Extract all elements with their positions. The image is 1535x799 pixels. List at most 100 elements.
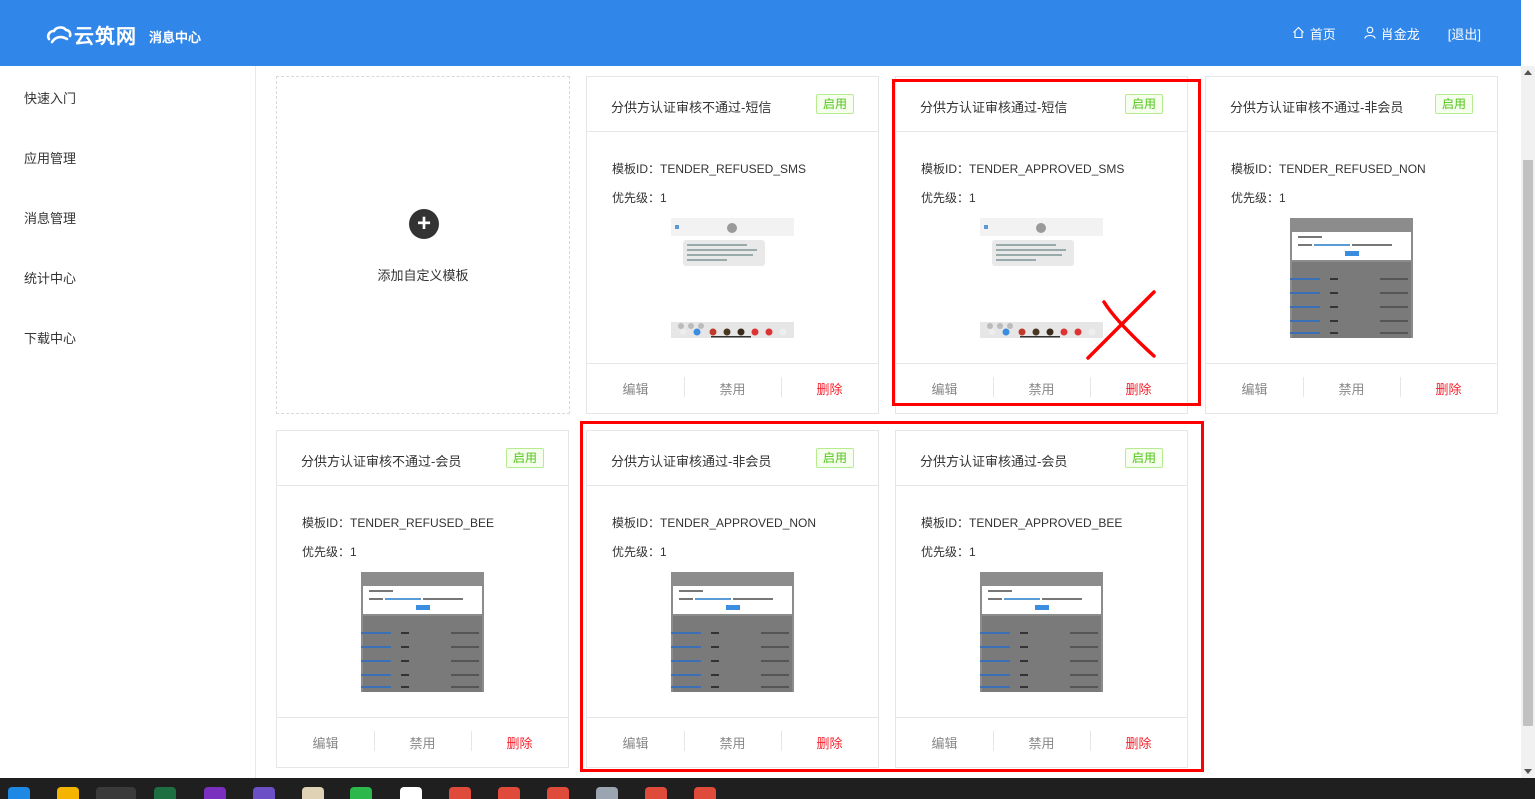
card-actions: 编辑 禁用 删除: [587, 717, 878, 767]
web-preview-image[interactable]: [361, 572, 484, 692]
chrome-icon[interactable]: [547, 787, 569, 799]
disable-button[interactable]: 禁用: [374, 731, 471, 752]
chrome-icon[interactable]: [449, 787, 471, 799]
delete-button[interactable]: 删除: [471, 731, 568, 752]
card-actions: 编辑 禁用 删除: [896, 717, 1187, 767]
delete-button[interactable]: 删除: [1090, 731, 1187, 752]
edit-button[interactable]: 编辑: [587, 379, 684, 398]
sidebar-item-app-management[interactable]: 应用管理: [24, 148, 76, 167]
card-header: 分供方认证审核通过-非会员 启用: [587, 431, 878, 486]
template-id: 模板ID：TENDER_APPROVED_BEE: [921, 516, 1123, 530]
template-id: 模板ID：TENDER_REFUSED_BEE: [302, 516, 495, 530]
taskbar-app-icon[interactable]: [596, 787, 618, 799]
nav-home[interactable]: 首页: [1292, 24, 1336, 43]
sidebar-item-message-management[interactable]: 消息管理: [24, 208, 76, 227]
template-card: 分供方认证审核不通过-短信 启用 模板ID：TENDER_REFUSED_SMS…: [586, 76, 879, 414]
disable-button[interactable]: 禁用: [993, 377, 1090, 398]
nav-user-label: 肖金龙: [1380, 27, 1420, 42]
os-taskbar: [0, 778, 1535, 799]
chrome-icon[interactable]: [498, 787, 520, 799]
disable-button[interactable]: 禁用: [684, 731, 781, 752]
user-icon: [1364, 26, 1381, 42]
nav-home-label: 首页: [1309, 27, 1336, 42]
scroll-up-arrow-icon[interactable]: [1524, 70, 1532, 75]
template-id: 模板ID：TENDER_APPROVED_SMS: [921, 162, 1125, 176]
delete-button[interactable]: 删除: [1400, 377, 1497, 398]
card-header: 分供方认证审核通过-短信 启用: [896, 77, 1187, 132]
template-priority: 优先级：1: [612, 545, 667, 559]
scroll-down-arrow-icon[interactable]: [1524, 769, 1532, 774]
brand-subtitle: 消息中心: [149, 29, 202, 45]
template-priority: 优先级：1: [302, 545, 357, 559]
nav-logout-label: [退出]: [1447, 27, 1481, 42]
disable-button[interactable]: 禁用: [993, 731, 1090, 752]
card-title: 分供方认证审核通过-短信: [920, 100, 1068, 115]
card-title: 分供方认证审核不通过-非会员: [1230, 100, 1404, 115]
card-body: 模板ID：TENDER_REFUSED_SMS 优先级：1: [587, 132, 878, 363]
add-template-card[interactable]: + 添加自定义模板: [276, 76, 570, 414]
template-card: 分供方认证审核不通过-会员 启用 模板ID：TENDER_REFUSED_BEE…: [276, 430, 569, 768]
sidebar: 快速入门 应用管理 消息管理 统计中心 下载中心: [0, 66, 256, 778]
template-priority: 优先级：1: [612, 191, 667, 205]
edit-button[interactable]: 编辑: [277, 733, 374, 752]
template-card: 分供方认证审核通过-会员 启用 模板ID：TENDER_APPROVED_BEE…: [895, 430, 1188, 768]
sidebar-item-downloads[interactable]: 下载中心: [24, 328, 76, 347]
brand-logo[interactable]: 云筑网 消息中心: [46, 20, 201, 49]
card-title: 分供方认证审核不通过-短信: [611, 100, 772, 115]
sms-preview-image[interactable]: [671, 218, 794, 338]
home-icon: [1292, 26, 1310, 42]
taskbar-app-icon[interactable]: [8, 787, 30, 799]
sidebar-item-quickstart[interactable]: 快速入门: [24, 88, 76, 107]
disable-button[interactable]: 禁用: [684, 377, 781, 398]
web-preview-image[interactable]: [980, 572, 1103, 692]
excel-icon[interactable]: [154, 787, 176, 799]
card-actions: 编辑 禁用 删除: [277, 717, 568, 767]
text-editor-icon[interactable]: [400, 787, 422, 799]
template-priority: 优先级：1: [921, 545, 976, 559]
status-badge: 启用: [1434, 94, 1473, 114]
card-header: 分供方认证审核不通过-会员 启用: [277, 431, 568, 486]
card-body: 模板ID：TENDER_APPROVED_NON 优先级：1: [587, 486, 878, 717]
taskbar-active-app-icon[interactable]: [96, 787, 136, 799]
template-id: 模板ID：TENDER_REFUSED_SMS: [612, 162, 807, 176]
nav-user[interactable]: 肖金龙: [1364, 24, 1420, 43]
cloud-logo-icon: [46, 24, 72, 46]
template-priority: 优先级：1: [1231, 191, 1286, 205]
sidebar-item-statistics[interactable]: 统计中心: [24, 268, 76, 287]
template-id: 模板ID：TENDER_REFUSED_NON: [1231, 162, 1426, 176]
web-preview-image[interactable]: [671, 572, 794, 692]
delete-button[interactable]: 删除: [781, 731, 878, 752]
card-actions: 编辑 禁用 删除: [587, 363, 878, 413]
card-title: 分供方认证审核通过-非会员: [611, 454, 772, 469]
card-body: 模板ID：TENDER_REFUSED_BEE 优先级：1: [277, 486, 568, 717]
delete-button[interactable]: 删除: [1090, 377, 1187, 398]
delete-button[interactable]: 删除: [781, 377, 878, 398]
chrome-icon[interactable]: [645, 787, 667, 799]
taskbar-app-icon[interactable]: [204, 787, 226, 799]
edit-button[interactable]: 编辑: [587, 733, 684, 752]
plus-icon: +: [409, 209, 439, 239]
template-id: 模板ID：TENDER_APPROVED_NON: [612, 516, 817, 530]
disable-button[interactable]: 禁用: [1303, 377, 1400, 398]
template-card: 分供方认证审核不通过-非会员 启用 模板ID：TENDER_REFUSED_NO…: [1205, 76, 1498, 414]
card-actions: 编辑 禁用 删除: [1206, 363, 1497, 413]
page-scrollbar[interactable]: [1521, 66, 1535, 778]
web-preview-image[interactable]: [1290, 218, 1413, 338]
edit-button[interactable]: 编辑: [896, 379, 993, 398]
chrome-icon[interactable]: [694, 787, 716, 799]
template-priority: 优先级：1: [921, 191, 976, 205]
edit-button[interactable]: 编辑: [896, 733, 993, 752]
brand-name: 云筑网: [74, 26, 137, 48]
annotation-cross-mark-icon: [1086, 290, 1156, 360]
edit-button[interactable]: 编辑: [1206, 379, 1303, 398]
header-nav: 首页 肖金龙 [退出]: [1264, 24, 1481, 43]
visual-studio-icon[interactable]: [253, 787, 275, 799]
nav-logout[interactable]: [退出]: [1448, 24, 1481, 43]
folder-icon[interactable]: [57, 787, 79, 799]
wechat-icon[interactable]: [350, 787, 372, 799]
scrollbar-thumb[interactable]: [1523, 160, 1533, 726]
card-header: 分供方认证审核不通过-短信 启用: [587, 77, 878, 132]
card-title: 分供方认证审核不通过-会员: [301, 454, 462, 469]
taskbar-app-icon[interactable]: [302, 787, 324, 799]
card-actions: 编辑 禁用 删除: [896, 363, 1187, 413]
